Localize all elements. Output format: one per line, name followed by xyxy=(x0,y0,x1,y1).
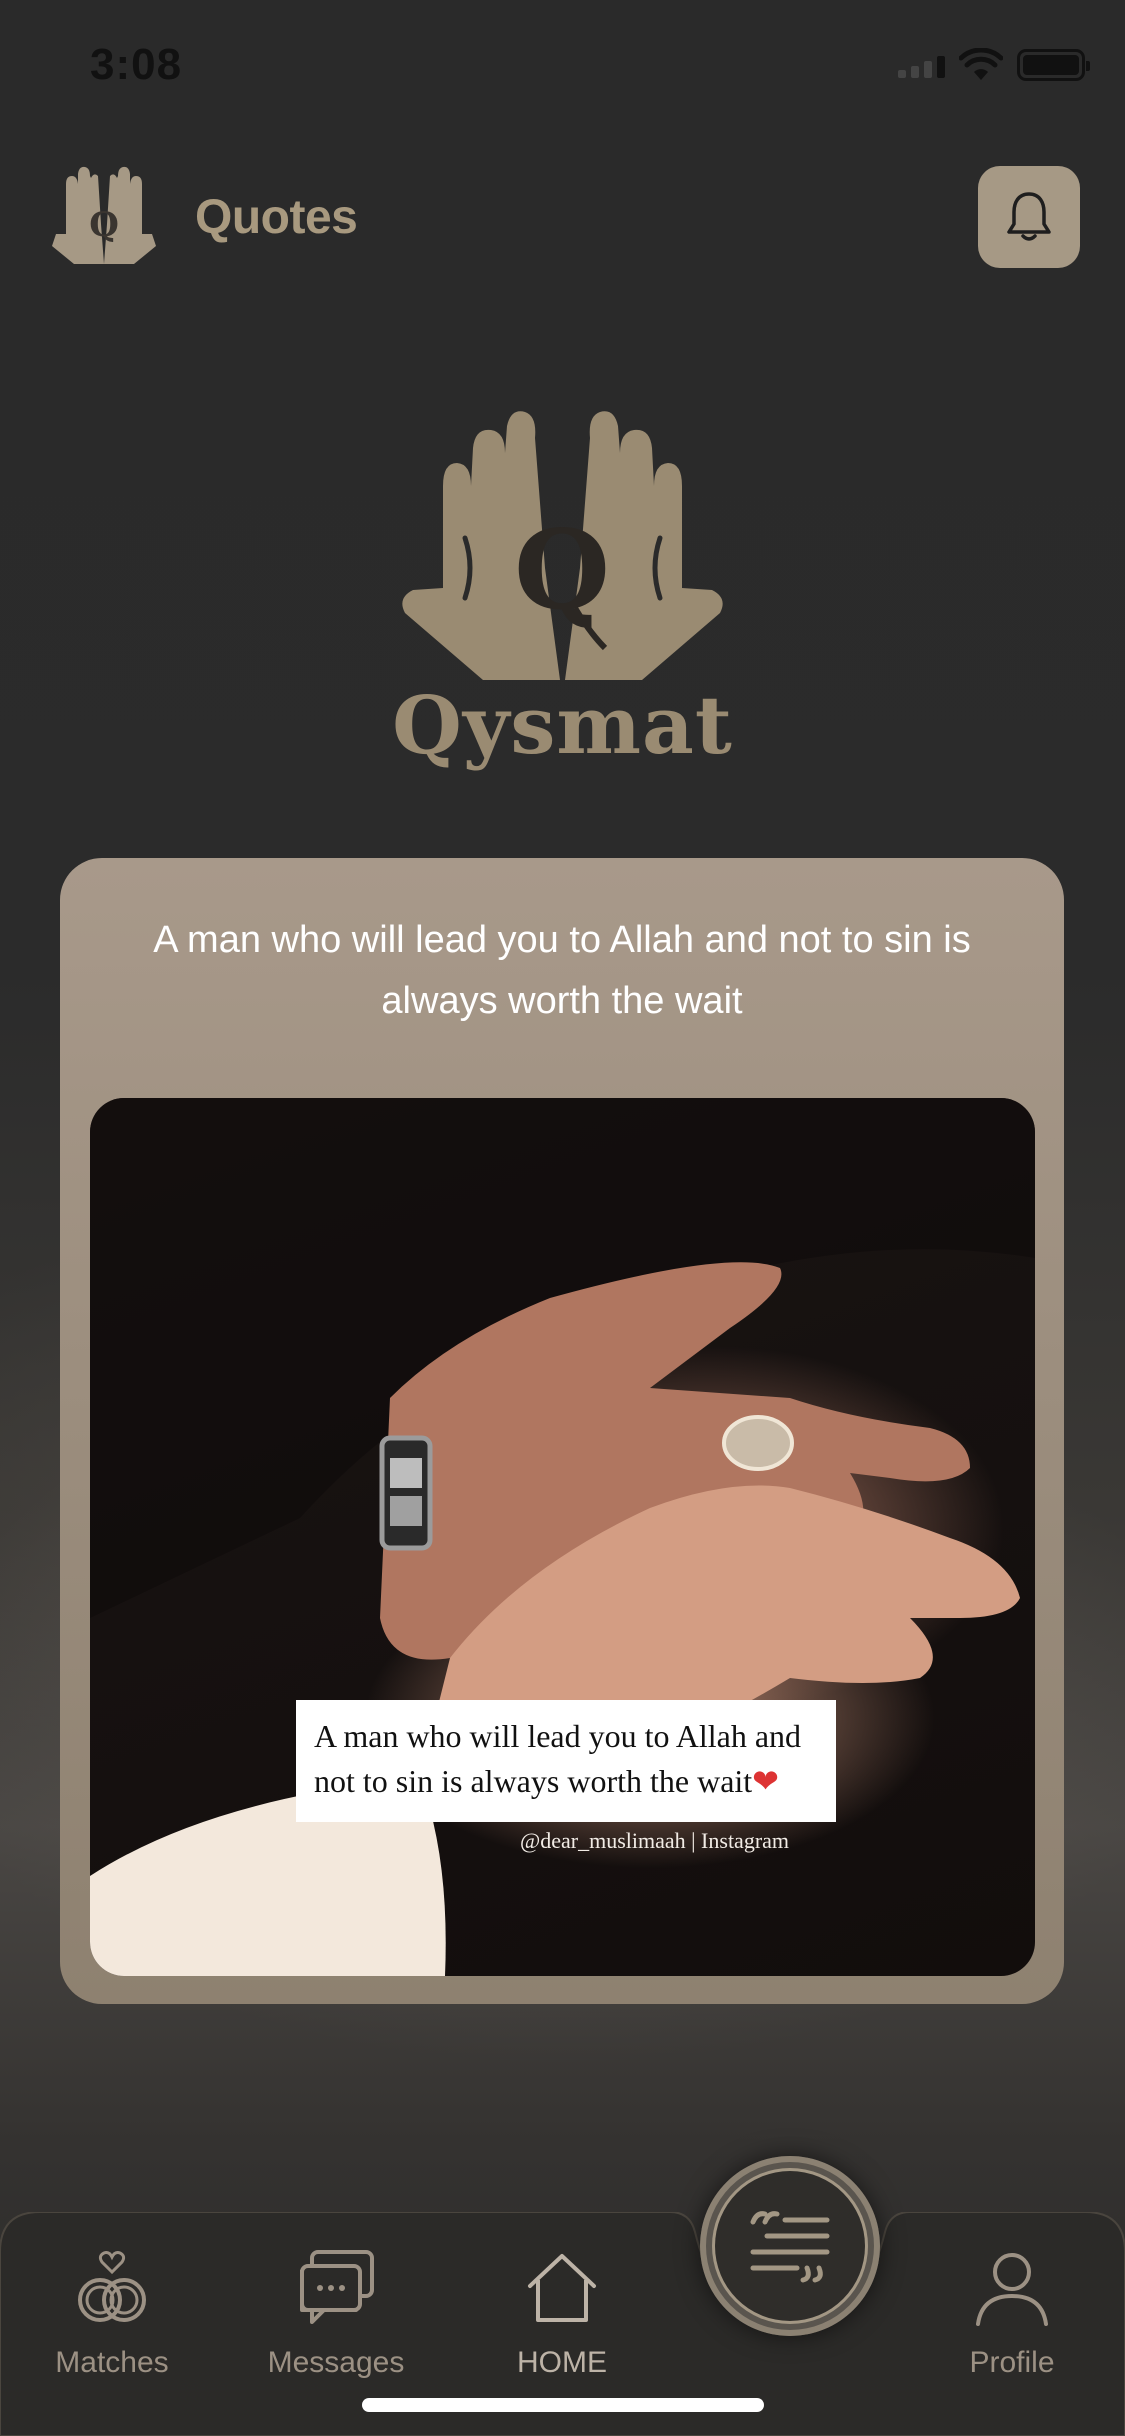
image-credit: @dear_muslimaah | Instagram xyxy=(520,1828,790,1853)
nav-item-home[interactable]: HOME xyxy=(472,2240,652,2380)
bottom-nav: Matches Messages HOME Profile xyxy=(0,2160,1125,2436)
praying-hands-logo-icon: Q xyxy=(52,166,156,264)
nav-label-messages: Messages xyxy=(267,2346,405,2379)
caption-line-2: not to sin is always worth the wait xyxy=(314,1763,753,1799)
home-icon xyxy=(528,2254,596,2322)
nav-label-matches: Matches xyxy=(55,2346,169,2379)
chat-bubbles-icon xyxy=(300,2250,374,2324)
page-title: Quotes xyxy=(195,191,358,244)
person-icon xyxy=(976,2253,1048,2326)
quote-image[interactable]: A man who will lead you to Allah and not… xyxy=(90,1098,1035,1976)
quote-card[interactable]: A man who will lead you to Allah and not… xyxy=(60,858,1064,2004)
svg-text:Q: Q xyxy=(89,205,119,245)
rings-heart-icon xyxy=(78,2251,146,2322)
quote-text: A man who will lead you to Allah and not… xyxy=(153,919,971,1022)
status-icons xyxy=(898,48,1090,82)
nav-item-profile[interactable]: Profile xyxy=(922,2240,1102,2380)
nav-item-messages[interactable]: Messages xyxy=(246,2240,426,2380)
battery-icon xyxy=(1017,49,1090,81)
quotes-fab-button[interactable] xyxy=(700,2156,880,2336)
quotes-screen: 3:08 Q Quotes Q Qysmat A man who will le… xyxy=(0,0,1125,2436)
nav-item-matches[interactable]: Matches xyxy=(22,2240,202,2380)
svg-text:Q: Q xyxy=(514,505,610,634)
image-caption-box: A man who will lead you to Allah and not… xyxy=(296,1700,836,1822)
nav-label-home: HOME xyxy=(517,2346,607,2379)
status-time: 3:08 xyxy=(90,40,183,89)
status-bar: 3:08 xyxy=(0,0,1125,130)
quote-icon xyxy=(750,2211,830,2283)
bell-icon xyxy=(1007,192,1051,241)
cellular-signal-icon xyxy=(898,52,945,78)
brand: Q Qysmat xyxy=(0,400,1125,780)
nav-label-profile: Profile xyxy=(969,2346,1055,2379)
brand-name: Qysmat xyxy=(392,678,733,772)
caption-line-1: A man who will lead you to Allah and xyxy=(314,1718,802,1754)
heart-emoji: ❤ xyxy=(752,1763,779,1799)
home-indicator xyxy=(362,2398,764,2412)
wifi-icon xyxy=(959,48,1003,80)
notifications-button[interactable] xyxy=(978,166,1080,268)
praying-hands-logo-icon: Q xyxy=(402,411,723,680)
image-caption: A man who will lead you to Allah and not… xyxy=(314,1714,818,1804)
header: Q Quotes xyxy=(0,150,1125,290)
